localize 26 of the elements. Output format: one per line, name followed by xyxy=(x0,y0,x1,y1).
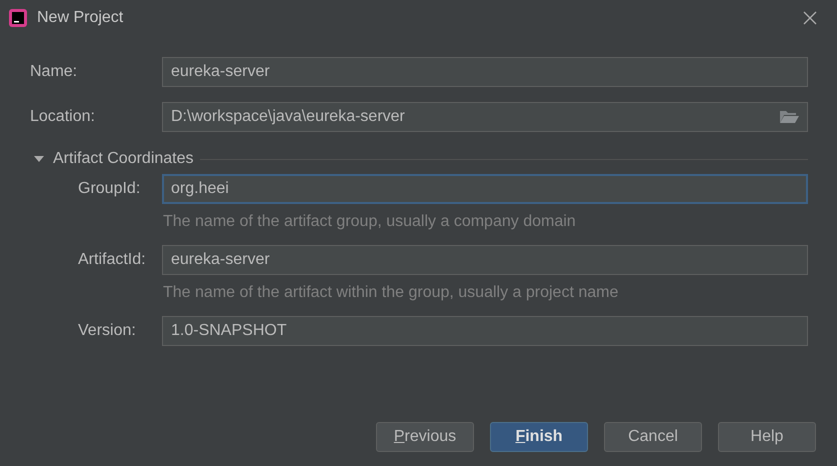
dialog-button[interactable]: Help xyxy=(718,422,816,452)
field-value: eureka-server xyxy=(171,250,271,270)
field-value: eureka-server xyxy=(171,62,271,82)
field-label: GroupId: xyxy=(77,179,142,199)
field-value: 1.0-SNAPSHOT xyxy=(171,321,288,341)
field-label: Name: xyxy=(30,62,78,82)
input-field[interactable]: eureka-server xyxy=(162,57,808,87)
app-logo-icon xyxy=(9,9,27,27)
close-icon[interactable] xyxy=(803,11,817,25)
folder-icon[interactable] xyxy=(779,110,799,124)
input-field[interactable]: D:\workspace\java\eureka-server xyxy=(162,102,808,132)
field-value: org.heei xyxy=(171,179,230,199)
section-title: Artifact Coordinates xyxy=(53,149,194,169)
field-label: ArtifactId: xyxy=(77,250,147,270)
input-field[interactable]: org.heei xyxy=(162,174,808,204)
field-label: Version: xyxy=(77,321,137,341)
field-hint: The name of the artifact group, usually a company domain xyxy=(163,212,577,232)
input-field[interactable]: 1.0-SNAPSHOT xyxy=(162,316,808,346)
field-label: Location: xyxy=(30,107,96,127)
input-field[interactable]: eureka-server xyxy=(162,245,808,275)
field-value: D:\workspace\java\eureka-server xyxy=(171,107,406,127)
dialog-button[interactable]: Previous xyxy=(376,422,474,452)
dialog-button[interactable]: Finish xyxy=(490,422,588,452)
field-hint: The name of the artifact within the group, usually a project name xyxy=(163,283,620,303)
dialog-button[interactable]: Cancel xyxy=(604,422,702,452)
window-title: New Project xyxy=(37,8,124,28)
